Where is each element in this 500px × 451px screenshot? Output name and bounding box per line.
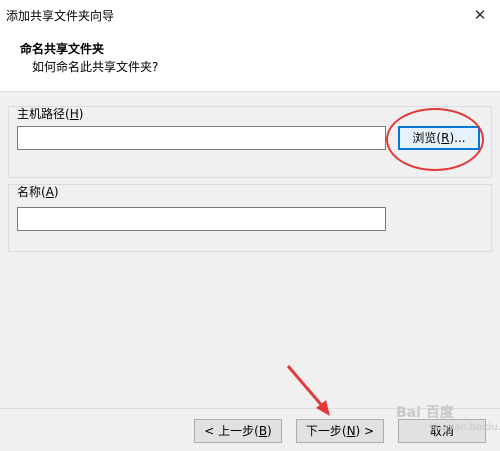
host-path-input[interactable]: [17, 126, 386, 150]
next-button[interactable]: 下一步(N) >: [296, 419, 384, 443]
annotation-ellipse: [386, 108, 484, 171]
window-title: 添加共享文件夹向导: [6, 9, 115, 23]
baidu-watermark: Bai 百度 jingyan.baidu.com: [392, 398, 500, 442]
watermark-main: Bai 百度: [396, 405, 454, 421]
page-subtitle: 如何命名此共享文件夹?: [32, 60, 159, 74]
page-title: 命名共享文件夹: [20, 42, 105, 56]
back-button[interactable]: < 上一步(B): [194, 419, 282, 443]
annotation-arrow-icon: [286, 365, 330, 416]
close-icon[interactable]: ✕: [466, 2, 494, 28]
name-group: 名称(A): [8, 184, 492, 252]
host-path-label: 主机路径(H): [17, 107, 84, 121]
name-input[interactable]: [17, 207, 386, 231]
title-bar: 添加共享文件夹向导 ✕: [0, 0, 500, 30]
watermark-sub: jingyan.baidu.com: [430, 422, 500, 433]
wizard-header: 命名共享文件夹 如何命名此共享文件夹?: [0, 30, 500, 92]
name-label: 名称(A): [17, 185, 59, 199]
